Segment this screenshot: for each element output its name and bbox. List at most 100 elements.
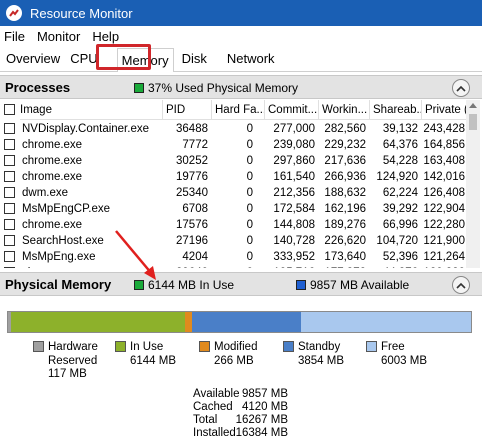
table-row[interactable]: dwm.exe 25340 0 212,356 188,632 62,224 126,408 [0, 185, 466, 201]
cell-commit: 140,728 [273, 235, 315, 247]
column-header-private[interactable]: Private (... [421, 100, 466, 120]
row-checkbox[interactable] [4, 235, 15, 246]
used-memory-swatch [134, 82, 144, 93]
cell-commit: 297,860 [273, 155, 315, 167]
memory-bar-segment-modified [184, 312, 193, 332]
cell-commit: 195,716 [264, 265, 315, 268]
table-row[interactable]: NVDisplay.Container.exe 36488 0 277,000 282,… [0, 121, 466, 137]
column-header-working-set[interactable]: Workin... [318, 100, 369, 120]
cell-hard-faults: 0 [211, 265, 253, 268]
row-checkbox[interactable] [4, 123, 15, 134]
cell-working-set: 173,640 [324, 251, 366, 263]
cell-image: MsMpEngCP.exe [22, 203, 110, 215]
title-bar: Resource Monitor [0, 0, 482, 26]
cell-hard-faults: 0 [246, 235, 253, 247]
processes-collapse-button[interactable] [452, 79, 470, 97]
cell-private: 142,016 [423, 171, 465, 183]
cell-hard-faults: 0 [246, 171, 253, 183]
column-header-image[interactable]: Image [20, 100, 162, 120]
cell-shareable: 52,396 [382, 251, 418, 263]
cell-working-set: 189,276 [324, 219, 366, 231]
processes-table: Image PID Hard Fa... Commit... Workin...… [0, 100, 482, 268]
tab-cpu[interactable]: CPU [65, 49, 102, 71]
column-header-pid[interactable]: PID [162, 100, 211, 120]
cell-hard-faults: 0 [246, 155, 253, 167]
row-checkbox[interactable] [4, 155, 15, 166]
tab-network[interactable]: Network [222, 49, 280, 71]
cell-private: 122,904 [423, 203, 465, 215]
memory-summary: Available 9857 MB Cached 4120 MB Total 1… [193, 388, 293, 440]
in-use-legend-label: In Use [130, 341, 164, 353]
table-row[interactable]: chrome.exe 30252 0 297,860 217,636 54,228 163,… [0, 153, 466, 169]
processes-summary: 37% Used Physical Memory [134, 81, 298, 95]
cell-private: 163,408 [423, 155, 465, 167]
cell-image: chrome.exe [22, 171, 83, 183]
tab-overview[interactable]: Overview [1, 49, 65, 71]
menu-help[interactable]: Help [86, 29, 125, 44]
row-checkbox[interactable] [4, 203, 15, 214]
row-checkbox[interactable] [4, 187, 15, 198]
cell-commit: 212,356 [273, 187, 315, 199]
in-use-summary: 6144 MB In Use [134, 278, 234, 292]
summary-value: 16267 MB [235, 414, 288, 426]
cell-image: dwm.exe [22, 187, 69, 199]
scrollbar-thumb[interactable] [469, 114, 477, 130]
table-row[interactable]: SearchHost.exe 27196 0 140,728 226,620 104,72… [0, 233, 466, 249]
table-row[interactable]: MsMpEngCP.exe 6708 0 172,584 162,196 39,292 12… [0, 201, 466, 217]
summary-label: Cached [193, 401, 233, 413]
tab-bar: Overview CPU Memory Disk Network [0, 46, 482, 72]
window-title: Resource Monitor [30, 5, 133, 21]
row-checkbox[interactable] [4, 171, 15, 182]
cell-pid: 27196 [176, 235, 208, 247]
tab-memory[interactable]: Memory [116, 48, 174, 72]
free-label: Free [381, 341, 405, 353]
scroll-up-arrow-icon[interactable] [469, 103, 477, 108]
cell-private: 121,900 [423, 235, 465, 247]
cell-shareable: 54,228 [382, 155, 418, 167]
cell-private: 126,408 [423, 187, 465, 199]
physical-memory-collapse-button[interactable] [452, 276, 470, 294]
row-checkbox[interactable] [4, 267, 15, 268]
cell-private: 243,428 [423, 123, 465, 135]
row-checkbox[interactable] [4, 219, 15, 230]
physical-memory-title: Physical Memory [5, 276, 112, 292]
cell-working-set: 226,620 [324, 235, 366, 247]
processes-header[interactable]: Processes 37% Used Physical Memory [0, 75, 482, 99]
column-header-shareable[interactable]: Shareab... [369, 100, 421, 120]
hardware-reserved-swatch [33, 341, 44, 352]
in-use-legend-value: 6144 MB [130, 355, 177, 367]
cell-hard-faults: 0 [246, 123, 253, 135]
table-row[interactable]: chrome.exe 17576 0 144,808 189,276 66,996 122,… [0, 217, 466, 233]
in-use-swatch [134, 279, 144, 290]
cell-pid: 6708 [182, 203, 208, 215]
cell-pid: 7772 [182, 139, 208, 151]
column-header-commit[interactable]: Commit... [264, 100, 318, 120]
hardware-reserved-label-line2: Reserved [48, 355, 98, 367]
cell-pid: 30252 [176, 155, 208, 167]
hardware-reserved-value: 117 MB [48, 368, 87, 380]
table-row[interactable]: chrome.exe 7772 0 239,080 229,232 64,376 164,8… [0, 137, 466, 153]
tab-disk[interactable]: Disk [177, 49, 212, 71]
select-all-checkbox[interactable] [4, 104, 15, 115]
table-row[interactable]: MsMpEng.exe 4204 0 333,952 173,640 52,396 121,… [0, 249, 466, 265]
menu-monitor[interactable]: Monitor [31, 29, 86, 44]
standby-label: Standby [298, 341, 341, 353]
physical-memory-header[interactable]: Physical Memory 6144 MB In Use 9857 MB A… [0, 272, 482, 296]
processes-scrollbar[interactable] [466, 100, 480, 268]
memory-bar-segment-in-use [11, 312, 185, 332]
cell-commit: 239,080 [273, 139, 315, 151]
cell-hard-faults: 0 [246, 187, 253, 199]
cell-pid: 29640 [162, 265, 208, 268]
standby-swatch [283, 341, 294, 352]
cell-hard-faults: 0 [246, 139, 253, 151]
table-row[interactable]: chrome.exe296400 195,716177,37244,276120,… [0, 265, 466, 268]
cell-shareable: 62,224 [382, 187, 418, 199]
cell-image: SearchHost.exe [22, 235, 104, 247]
menu-file[interactable]: File [0, 29, 31, 44]
cell-image: MsMpEng.exe [22, 251, 96, 263]
table-row[interactable]: chrome.exe 19776 0 161,540 266,936 124,920 142… [0, 169, 466, 185]
row-checkbox[interactable] [4, 139, 15, 150]
available-swatch [296, 279, 306, 290]
column-header-hard-faults[interactable]: Hard Fa... [211, 100, 264, 120]
row-checkbox[interactable] [4, 251, 15, 262]
